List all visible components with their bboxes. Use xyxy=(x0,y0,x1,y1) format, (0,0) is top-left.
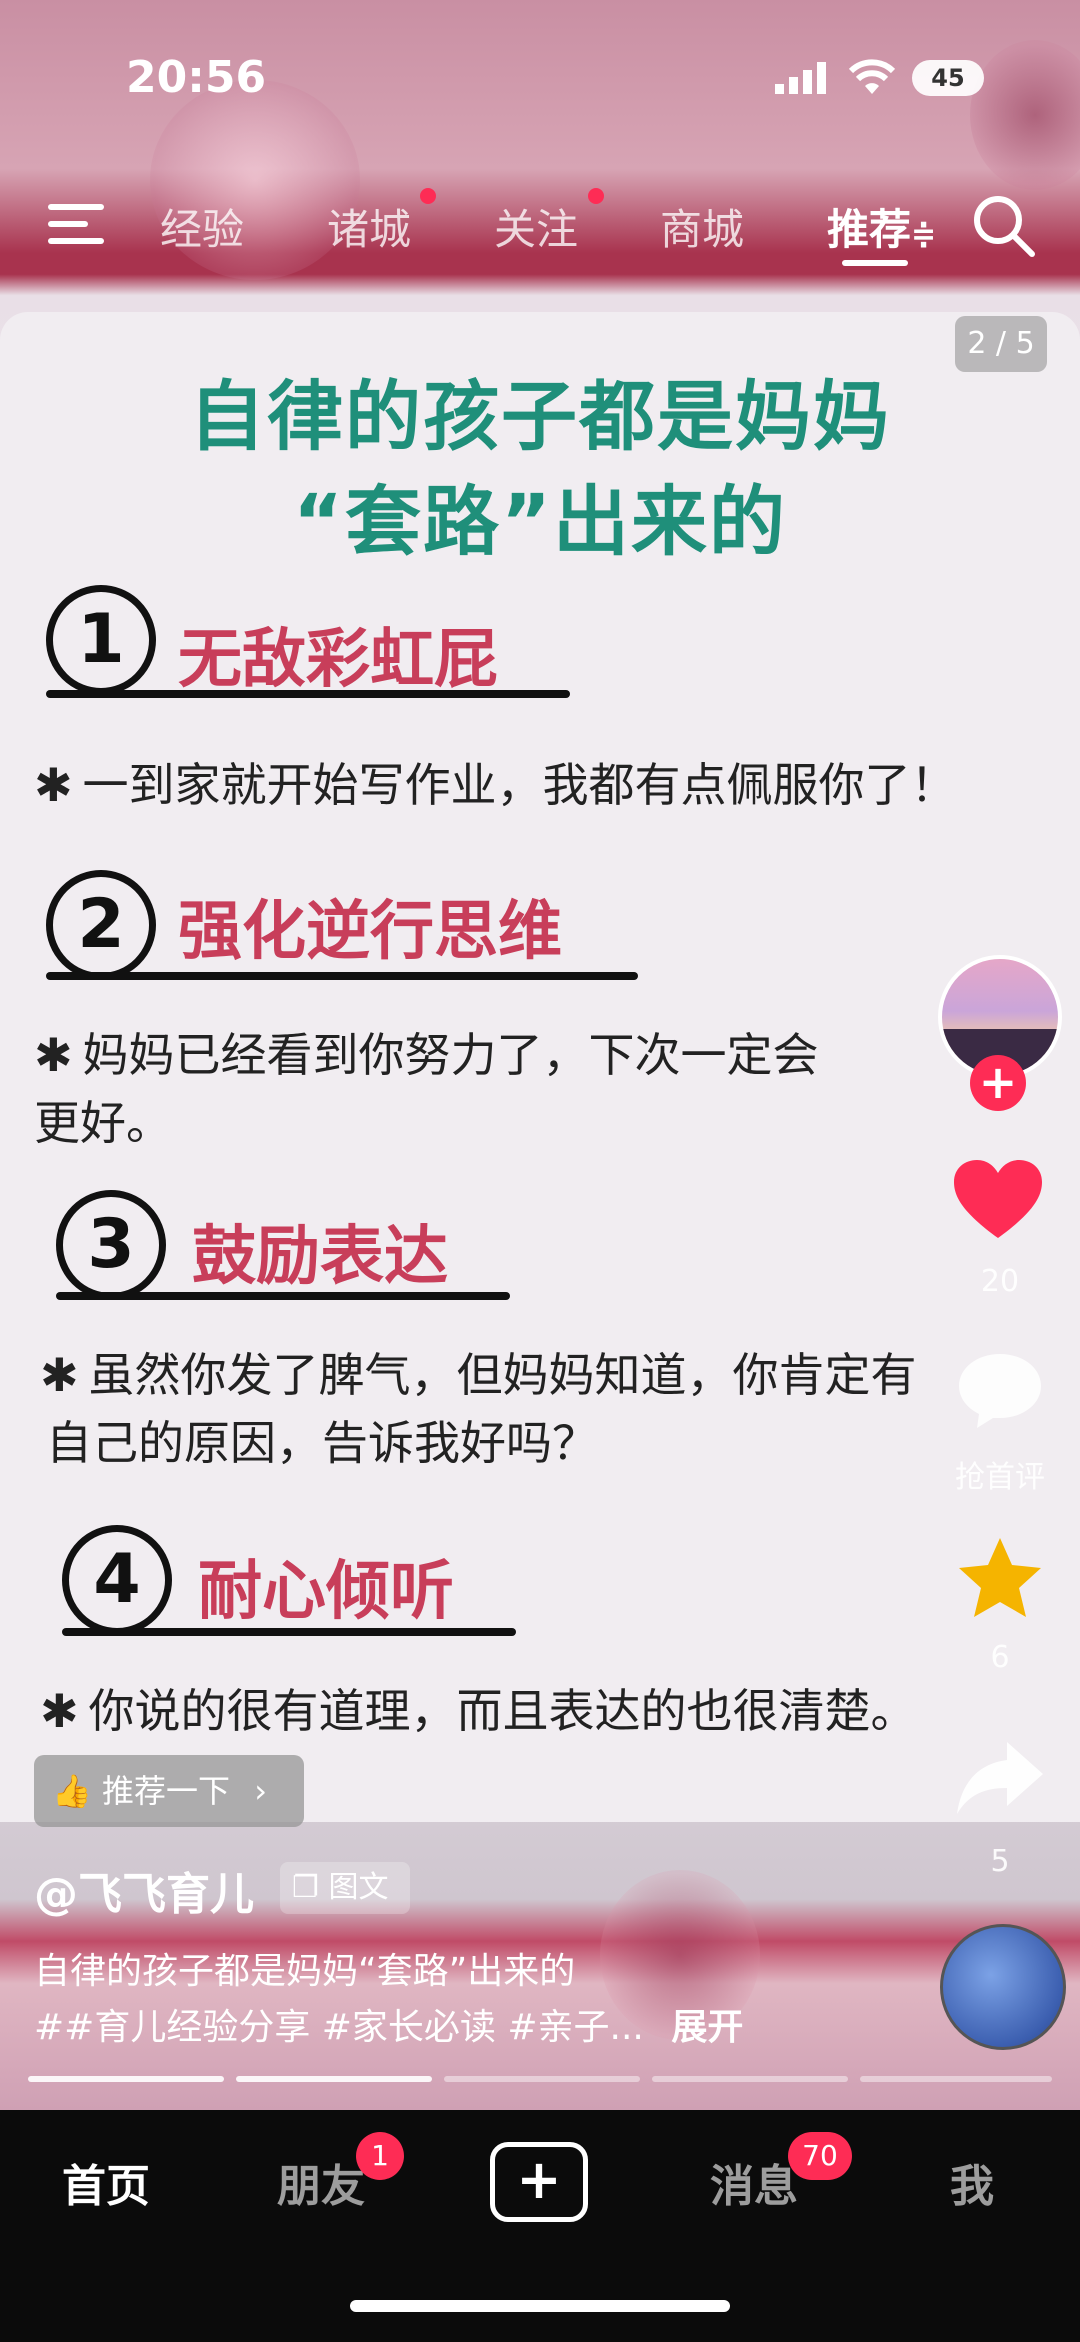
tab-experience[interactable]: 经验 xyxy=(160,196,244,257)
tab-mall[interactable]: 商城 xyxy=(660,196,744,257)
tab-switch-icon: ≑ xyxy=(911,217,937,252)
friends-badge: 1 xyxy=(356,2132,404,2180)
nav-messages[interactable]: 消息 xyxy=(710,2150,798,2214)
favorite-count: 6 xyxy=(990,1640,1010,1675)
nav-me[interactable]: 我 xyxy=(950,2150,994,2214)
progress-segment xyxy=(236,2076,432,2082)
tab-zhucheng[interactable]: 诸城 xyxy=(327,196,411,257)
section-text: ✱ 妈妈已经看到你努力了，下次一定会 xyxy=(34,1028,819,1082)
progress-segment xyxy=(652,2076,848,2082)
section-text-cont: 自己的原因，告诉我好吗？ xyxy=(46,1416,598,1470)
tab-following-dot xyxy=(588,188,604,204)
author-name[interactable]: @飞飞育儿 xyxy=(34,1858,254,1922)
tab-zhucheng-dot xyxy=(420,188,436,204)
post-hashtags: ##育儿经验分享 #家长必读 #亲子... 展开 xyxy=(34,1998,743,2050)
post-type-label: 图文 xyxy=(328,1870,389,1905)
progress-segment xyxy=(28,2076,224,2082)
wifi-icon xyxy=(848,59,896,94)
section-rule xyxy=(56,1292,510,1300)
comment-label: 抢首评 xyxy=(955,1460,1045,1495)
nav-friends[interactable]: 朋友 xyxy=(277,2150,365,2214)
progress-segment xyxy=(444,2076,640,2082)
battery-indicator: 45 xyxy=(912,60,984,96)
tab-following[interactable]: 关注 xyxy=(494,196,578,257)
cellular-signal-icon xyxy=(775,62,826,94)
search-icon[interactable] xyxy=(972,194,1036,258)
post-caption: 自律的孩子都是妈妈“套路”出来的 xyxy=(34,1951,576,1992)
section-heading: 耐心倾听 xyxy=(198,1555,454,1629)
section-number: 1 xyxy=(46,585,156,695)
share-icon[interactable] xyxy=(955,1740,1045,1816)
nav-home[interactable]: 首页 xyxy=(62,2150,150,2214)
favorite-star-icon[interactable] xyxy=(955,1535,1045,1621)
hashtags-text[interactable]: ##育儿经验分享 #家长必读 #亲子... xyxy=(34,2007,644,2048)
section-text: ✱ 一到家就开始写作业，我都有点佩服你了！ xyxy=(34,758,957,812)
status-bar: 20:56 45 xyxy=(0,0,1080,150)
tab-recommend[interactable]: 推荐≑ xyxy=(827,196,936,257)
status-time: 20:56 xyxy=(126,52,267,103)
section-rule xyxy=(62,1628,516,1636)
share-count: 5 xyxy=(990,1844,1010,1879)
section-rule xyxy=(46,972,638,980)
section-number: 2 xyxy=(46,870,156,980)
section-text-cont: 更好。 xyxy=(34,1096,172,1150)
thumbs-up-icon: 👍 xyxy=(52,1772,92,1810)
progress-segment xyxy=(860,2076,1052,2082)
home-indicator xyxy=(350,2300,730,2312)
recommend-label: 推荐一下 xyxy=(102,1772,231,1810)
section-number: 4 xyxy=(62,1525,172,1635)
post-title-line1: 自律的孩子都是妈妈 xyxy=(189,372,891,461)
section-heading: 无敌彩虹屁 xyxy=(178,623,498,697)
recommend-button[interactable]: 👍 推荐一下 › xyxy=(34,1755,304,1827)
messages-badge: 70 xyxy=(788,2132,852,2180)
section-rule xyxy=(46,690,570,698)
tab-recommend-label: 推荐 xyxy=(827,205,912,254)
expand-link[interactable]: 展开 xyxy=(671,2007,743,2048)
post-type-tag: ❐ 图文 xyxy=(280,1862,410,1914)
post-title-line2: “套路”出来的 xyxy=(293,477,787,566)
create-button[interactable]: + xyxy=(490,2142,588,2222)
like-count: 20 xyxy=(980,1264,1020,1299)
image-stack-icon: ❐ xyxy=(292,1870,319,1905)
section-text: ✱ 你说的很有道理，而且表达的也很清楚。 xyxy=(40,1684,917,1738)
music-disc[interactable] xyxy=(940,1924,1066,2050)
active-tab-indicator xyxy=(842,260,908,266)
top-nav: 经验 诸城 关注 商城 推荐≑ xyxy=(0,180,1080,270)
section-number: 3 xyxy=(56,1190,166,1300)
comment-icon[interactable] xyxy=(955,1350,1045,1430)
menu-icon[interactable] xyxy=(48,202,104,246)
follow-button[interactable]: + xyxy=(970,1055,1026,1111)
section-heading: 鼓励表达 xyxy=(192,1220,448,1294)
chevron-right-icon: › xyxy=(254,1772,267,1810)
like-heart-icon[interactable] xyxy=(952,1158,1044,1242)
section-text: ✱ 虽然你发了脾气，但妈妈知道，你肯定有 xyxy=(40,1348,917,1402)
section-heading: 强化逆行思维 xyxy=(178,895,562,969)
